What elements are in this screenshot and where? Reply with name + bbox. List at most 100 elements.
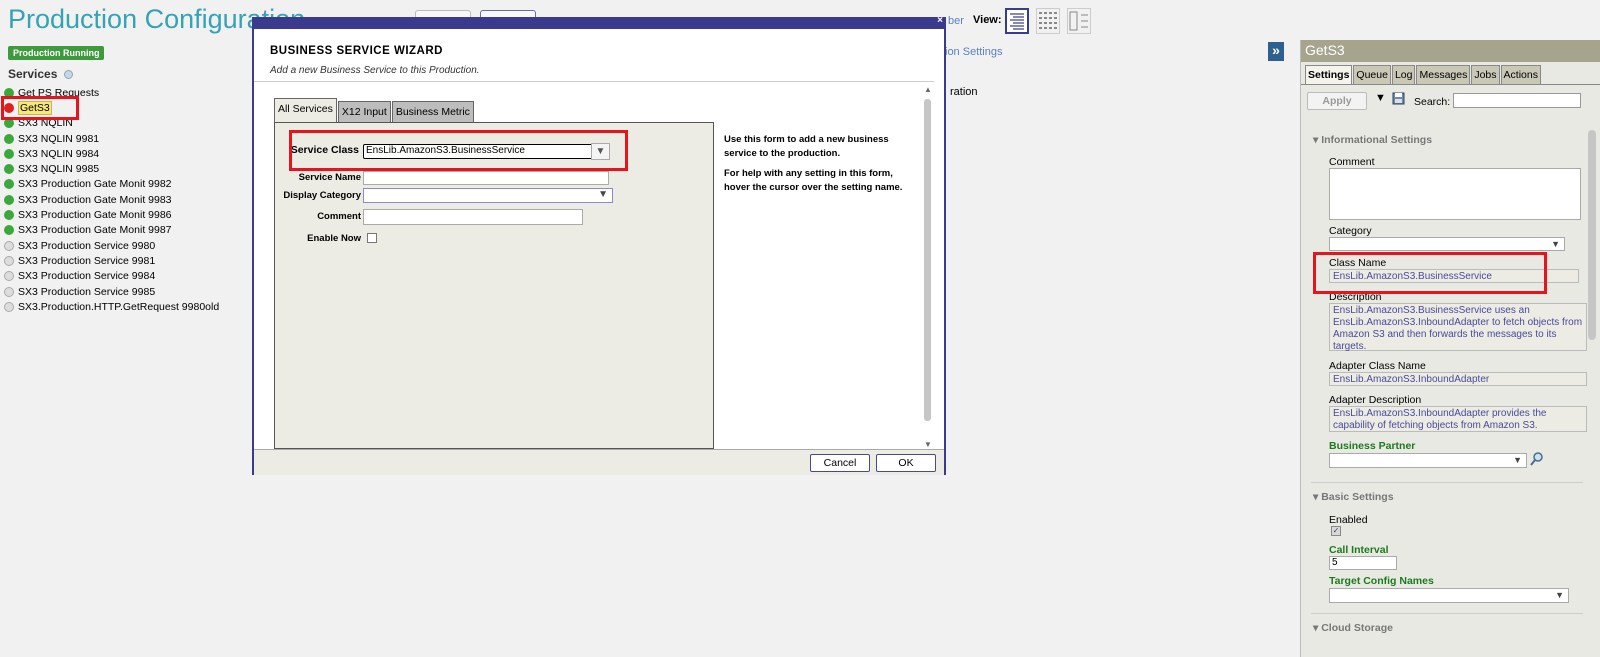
- status-dot-icon: [4, 179, 14, 190]
- informational-settings-header[interactable]: ▾ Informational Settings: [1313, 134, 1432, 146]
- scroll-down-icon[interactable]: ▼: [922, 440, 934, 449]
- enable-now-label: Enable Now: [307, 233, 361, 244]
- status-dot-icon: [4, 210, 14, 221]
- class-name-value: EnsLib.AmazonS3.BusinessService: [1329, 269, 1579, 283]
- service-item[interactable]: SX3 NQLIN 9981: [4, 131, 219, 146]
- cancel-button[interactable]: Cancel: [810, 454, 870, 472]
- status-dot-icon: [4, 194, 14, 205]
- service-item[interactable]: SX3 NQLIN: [4, 116, 219, 131]
- magnifier-icon[interactable]: [1529, 451, 1545, 470]
- tab-messages[interactable]: Messages: [1416, 65, 1471, 84]
- expand-panel-button[interactable]: »: [1268, 42, 1284, 61]
- description-label: Description: [1329, 291, 1382, 303]
- service-name-input[interactable]: [363, 171, 609, 185]
- chevron-down-icon[interactable]: ▼: [591, 143, 610, 160]
- call-interval-input[interactable]: 5: [1329, 556, 1397, 570]
- service-name: SX3 Production Gate Monit 9983: [18, 193, 172, 206]
- apply-button[interactable]: Apply: [1307, 92, 1367, 110]
- comment-textarea[interactable]: [1329, 168, 1581, 220]
- target-config-select[interactable]: ▼: [1329, 588, 1569, 603]
- dialog-scroll-thumb[interactable]: [924, 99, 931, 421]
- service-item[interactable]: SX3 Production Service 9981: [4, 253, 219, 268]
- status-dot-icon: [4, 118, 14, 129]
- scroll-up-icon[interactable]: ▲: [922, 85, 934, 94]
- panel-scroll-thumb[interactable]: [1588, 130, 1596, 340]
- service-item[interactable]: SX3 Production Gate Monit 9986: [4, 207, 219, 222]
- save-icon[interactable]: [1392, 92, 1405, 108]
- service-item[interactable]: SX3 Production Service 9985: [4, 284, 219, 299]
- tab-queue[interactable]: Queue: [1353, 65, 1391, 84]
- chevron-down-icon: ▼: [598, 189, 608, 200]
- business-partner-select[interactable]: ▼: [1329, 453, 1527, 468]
- enable-now-checkbox[interactable]: [367, 233, 377, 243]
- service-item[interactable]: SX3 NQLIN 9984: [4, 146, 219, 161]
- comment-label: Comment: [1329, 156, 1375, 168]
- service-item-selected[interactable]: GetS3: [4, 100, 219, 115]
- service-item[interactable]: SX3 Production Gate Monit 9983: [4, 192, 219, 207]
- service-name: SX3 Production Service 9985: [18, 285, 156, 298]
- display-category-label: Display Category: [283, 190, 361, 201]
- top-link[interactable]: ber: [948, 15, 964, 27]
- status-dot-icon: [4, 271, 14, 282]
- description-value: EnsLib.AmazonS3.BusinessService uses an …: [1329, 303, 1587, 352]
- tab-log[interactable]: Log: [1391, 65, 1416, 84]
- status-dot-icon: [4, 240, 14, 251]
- service-name-label: Service Name: [298, 172, 361, 183]
- comment-input[interactable]: [363, 209, 583, 225]
- search-input[interactable]: [1453, 93, 1581, 108]
- enabled-checkbox[interactable]: ✓: [1331, 526, 1341, 536]
- help-paragraph: For help with any setting in this form, …: [724, 168, 903, 193]
- status-dot-icon: [4, 301, 14, 312]
- production-settings-link[interactable]: ion Settings: [945, 46, 1002, 58]
- ok-button[interactable]: OK: [876, 454, 936, 472]
- settings-panel: GetS3 Settings Queue Log Messages Jobs A…: [1300, 40, 1600, 657]
- status-dot-icon: [4, 255, 14, 266]
- tab-actions[interactable]: Actions: [1500, 65, 1541, 84]
- view-column-icon[interactable]: [1067, 8, 1091, 34]
- service-item[interactable]: SX3 Production Service 9984: [4, 269, 219, 284]
- add-service-icon[interactable]: [63, 70, 73, 80]
- close-icon[interactable]: ×: [934, 15, 946, 27]
- service-item[interactable]: SX3 Production Service 9980: [4, 238, 219, 253]
- view-list-icon[interactable]: [1005, 8, 1029, 34]
- tab-x12-input[interactable]: X12 Input: [337, 101, 391, 123]
- tab-settings[interactable]: Settings: [1305, 65, 1353, 84]
- dialog-footer: Cancel OK: [254, 449, 944, 475]
- status-dot-icon: [4, 225, 14, 236]
- status-dot-icon: [4, 102, 14, 113]
- divider: [1311, 482, 1583, 483]
- services-list: Get PS Requests GetS3 SX3 NQLIN SX3 NQLI…: [4, 85, 219, 314]
- chevron-down-icon: ▼: [1551, 239, 1560, 249]
- comment-label: Comment: [317, 211, 361, 222]
- service-item[interactable]: SX3 Production Gate Monit 9982: [4, 177, 219, 192]
- divider: [1311, 613, 1583, 614]
- basic-settings-header[interactable]: ▾ Basic Settings: [1313, 491, 1394, 503]
- service-name: SX3.Production.HTTP.GetRequest 9980old: [18, 300, 220, 313]
- tab-jobs[interactable]: Jobs: [1471, 65, 1500, 84]
- section-title: Basic Settings: [1321, 491, 1394, 503]
- service-name: SX3 Production Service 9984: [18, 270, 156, 283]
- view-grid-icon[interactable]: [1036, 8, 1060, 34]
- adapter-class-value: EnsLib.AmazonS3.InboundAdapter: [1329, 372, 1587, 386]
- cloud-storage-header[interactable]: ▾ Cloud Storage: [1313, 622, 1393, 634]
- tab-all-services[interactable]: All Services: [274, 98, 337, 123]
- display-category-select[interactable]: ▼: [363, 188, 613, 203]
- divider: [254, 81, 934, 82]
- enabled-label: Enabled: [1329, 514, 1368, 526]
- adapter-class-label: Adapter Class Name: [1329, 360, 1426, 372]
- category-select[interactable]: ▼: [1329, 237, 1565, 251]
- service-class-label: Service Class: [290, 144, 359, 156]
- service-item[interactable]: Get PS Requests: [4, 85, 219, 100]
- adapter-description-value: EnsLib.AmazonS3.InboundAdapter provides …: [1329, 406, 1587, 432]
- dialog-title: BUSINESS SERVICE WIZARD: [270, 45, 443, 57]
- service-class-input[interactable]: EnsLib.AmazonS3.BusinessService: [363, 144, 593, 159]
- status-dot-icon: [4, 286, 14, 297]
- dropdown-arrow-icon[interactable]: ▼: [1375, 92, 1386, 104]
- service-item[interactable]: SX3 NQLIN 9985: [4, 161, 219, 176]
- service-item[interactable]: SX3 Production Gate Monit 9987: [4, 223, 219, 238]
- panel-title: GetS3: [1301, 40, 1600, 62]
- tab-business-metric[interactable]: Business Metric: [391, 101, 474, 123]
- service-item[interactable]: SX3.Production.HTTP.GetRequest 9980old: [4, 299, 219, 314]
- category-label: Category: [1329, 225, 1372, 237]
- service-name: SX3 NQLIN 9981: [18, 132, 100, 145]
